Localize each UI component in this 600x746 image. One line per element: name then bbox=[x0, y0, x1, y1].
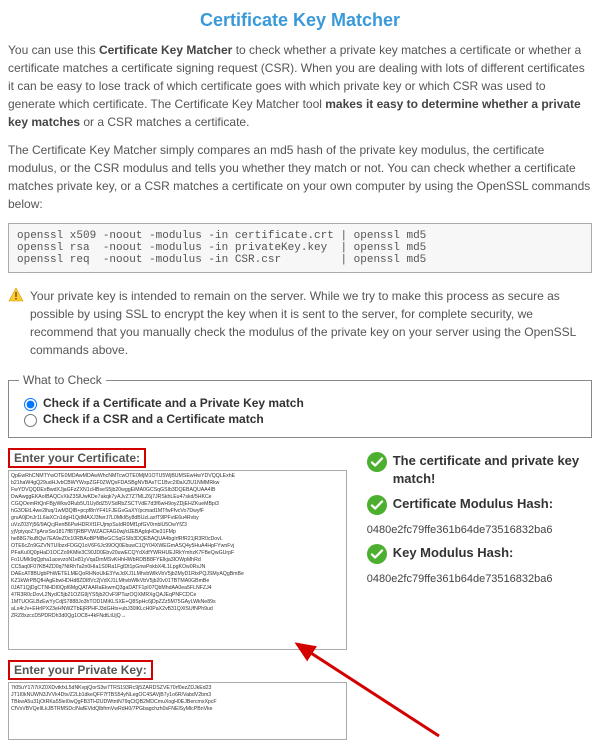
certificate-textarea[interactable] bbox=[8, 470, 347, 650]
private-key-textarea[interactable] bbox=[8, 682, 347, 740]
what-to-check-fieldset: What to Check Check if a Certificate and… bbox=[8, 373, 592, 438]
fieldset-legend: What to Check bbox=[19, 373, 106, 387]
key-hash-label: Key Modulus Hash: bbox=[393, 544, 514, 562]
explain-paragraph: The Certificate Key Matcher simply compa… bbox=[8, 141, 592, 213]
key-hash-value: 0480e2fc79ffe361b64de73516832ba6 bbox=[367, 573, 592, 585]
openssl-commands: openssl x509 -noout -modulus -in certifi… bbox=[8, 223, 592, 273]
radio-cert-key[interactable]: Check if a Certificate and a Private Key… bbox=[19, 395, 581, 411]
match-result: The certificate and private key match! bbox=[393, 452, 592, 487]
radio-csr-cert-input[interactable] bbox=[24, 414, 37, 427]
checkmark-icon bbox=[367, 495, 387, 518]
cert-hash-value: 0480e2fc79ffe361b64de73516832ba6 bbox=[367, 524, 592, 536]
intro-paragraph: You can use this Certificate Key Matcher… bbox=[8, 41, 592, 131]
warning-text: Your private key is intended to remain o… bbox=[30, 287, 592, 359]
cert-hash-label: Certificate Modulus Hash: bbox=[393, 495, 553, 513]
private-key-label: Enter your Private Key: bbox=[8, 660, 153, 680]
page-title: Certificate Key Matcher bbox=[8, 10, 592, 31]
checkmark-icon bbox=[367, 544, 387, 567]
radio-cert-key-input[interactable] bbox=[24, 398, 37, 411]
checkmark-icon bbox=[367, 452, 387, 475]
warning-icon bbox=[8, 287, 24, 306]
certificate-label: Enter your Certificate: bbox=[8, 448, 146, 468]
radio-csr-cert[interactable]: Check if a CSR and a Certificate match bbox=[19, 411, 581, 427]
